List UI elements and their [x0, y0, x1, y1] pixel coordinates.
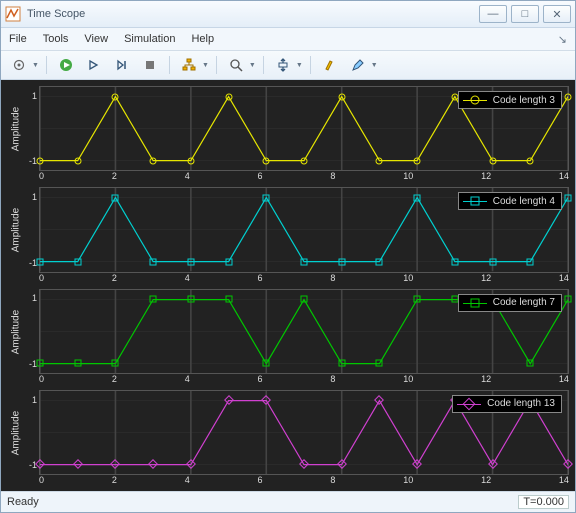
y-ticks: 1-1 [25, 86, 39, 171]
menu-help[interactable]: Help [191, 33, 214, 45]
status-text: Ready [7, 496, 39, 508]
toolbar-separator [46, 56, 47, 74]
legend-label: Code length 7 [493, 297, 555, 308]
dropdown-icon[interactable]: ▼ [371, 62, 378, 69]
zoom-icon[interactable] [224, 53, 248, 77]
play-icon[interactable] [82, 53, 106, 77]
axes[interactable]: Code length 4 [39, 187, 569, 272]
legend[interactable]: Code length 13 [452, 395, 562, 413]
minimize-button[interactable]: — [479, 5, 507, 23]
step-forward-icon[interactable] [110, 53, 134, 77]
run-icon[interactable] [54, 53, 78, 77]
autoscale-icon[interactable] [271, 53, 295, 77]
menu-simulation[interactable]: Simulation [124, 33, 175, 45]
x-ticks: 02468101214 [39, 475, 569, 485]
statusbar: Ready T=0.000 [1, 491, 575, 512]
status-time: T=0.000 [518, 495, 569, 509]
y-axis-label: Amplitude [7, 187, 25, 272]
stop-icon[interactable] [138, 53, 162, 77]
menu-tools[interactable]: Tools [43, 33, 69, 45]
app-window: Time Scope — □ ✕ File Tools View Simulat… [0, 0, 576, 513]
axes[interactable]: Code length 7 [39, 289, 569, 374]
toolbar-separator [216, 56, 217, 74]
toolbar: ▼ ▼ ▼ ▼ ▼ [1, 51, 575, 80]
legend-label: Code length 4 [493, 196, 555, 207]
dropdown-icon[interactable]: ▼ [32, 62, 39, 69]
highlight-icon[interactable] [318, 53, 342, 77]
titlebar: Time Scope — □ ✕ [1, 1, 575, 28]
menu-view[interactable]: View [84, 33, 108, 45]
y-axis-label: Amplitude [7, 390, 25, 475]
legend[interactable]: Code length 4 [458, 192, 562, 210]
y-axis-label: Amplitude [7, 86, 25, 171]
app-icon [5, 6, 21, 22]
legend[interactable]: Code length 3 [458, 91, 562, 109]
subplot-1[interactable]: Amplitude1-1 Code length 3 [7, 86, 569, 171]
subplot-2[interactable]: Amplitude1-1 Code length 4 [7, 187, 569, 272]
toolbar-separator [310, 56, 311, 74]
axes[interactable]: Code length 13 [39, 390, 569, 475]
maximize-button[interactable]: □ [511, 5, 539, 23]
x-ticks: 02468101214 [39, 171, 569, 181]
toolbar-separator [263, 56, 264, 74]
signal-hierarchy-icon[interactable] [177, 53, 201, 77]
legend-label: Code length 13 [487, 398, 555, 409]
legend[interactable]: Code length 7 [458, 294, 562, 312]
menu-overflow-icon[interactable]: ↘ [558, 33, 567, 46]
gear-icon[interactable] [7, 53, 31, 77]
x-ticks: 02468101214 [39, 374, 569, 384]
dropdown-icon[interactable]: ▼ [296, 62, 303, 69]
menubar: File Tools View Simulation Help ↘ [1, 28, 575, 51]
dropdown-icon[interactable]: ▼ [249, 62, 256, 69]
y-ticks: 1-1 [25, 390, 39, 475]
close-button[interactable]: ✕ [543, 5, 571, 23]
plot-area: Amplitude1-1Code length 302468101214Ampl… [1, 80, 575, 491]
window-title: Time Scope [27, 8, 479, 20]
dropdown-icon[interactable]: ▼ [202, 62, 209, 69]
legend-label: Code length 3 [493, 95, 555, 106]
edit-icon[interactable] [346, 53, 370, 77]
toolbar-separator [169, 56, 170, 74]
y-ticks: 1-1 [25, 289, 39, 374]
x-ticks: 02468101214 [39, 273, 569, 283]
subplot-4[interactable]: Amplitude1-1 Code length 13 [7, 390, 569, 475]
y-axis-label: Amplitude [7, 289, 25, 374]
axes[interactable]: Code length 3 [39, 86, 569, 171]
subplot-3[interactable]: Amplitude1-1 Code length 7 [7, 289, 569, 374]
y-ticks: 1-1 [25, 187, 39, 272]
menu-file[interactable]: File [9, 33, 27, 45]
